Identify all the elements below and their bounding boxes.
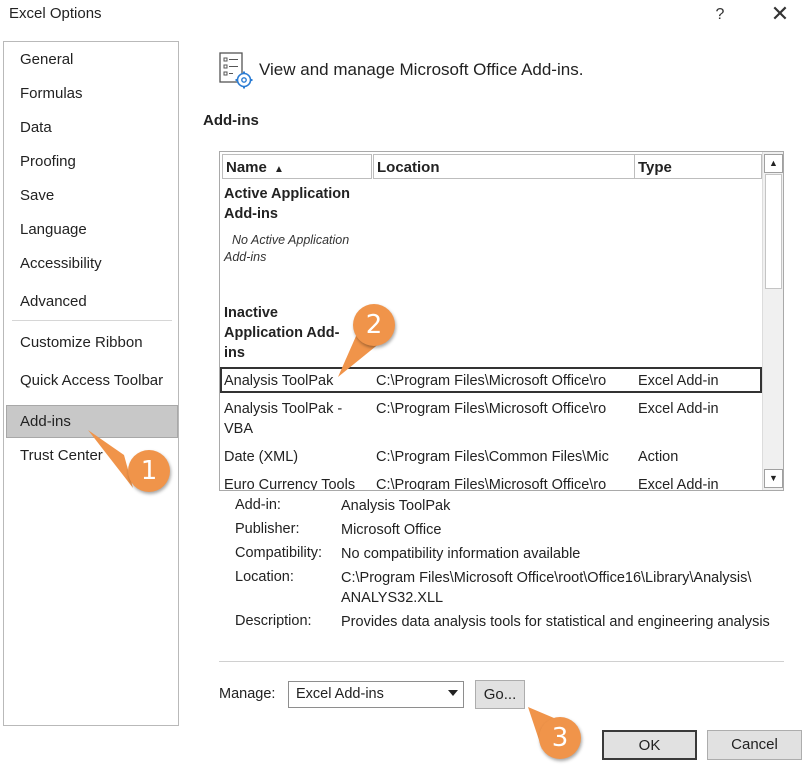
callout-step-3: 3 <box>539 717 581 759</box>
callout-1-pointer <box>88 430 133 488</box>
callout-step-2: 2 <box>353 304 395 346</box>
callout-step-1: 1 <box>128 450 170 492</box>
callout-pointers <box>88 327 554 749</box>
